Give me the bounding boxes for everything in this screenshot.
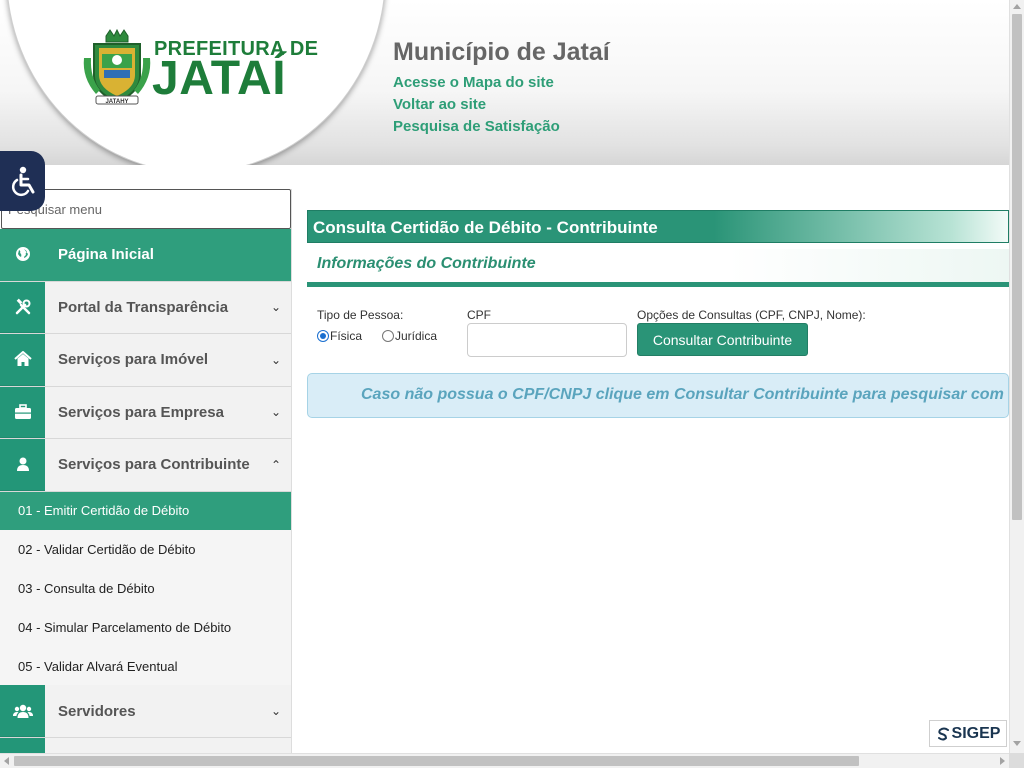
opcoes-label: Opções de Consultas (CPF, CNPJ, Nome): <box>637 308 866 322</box>
submenu-item-validar-certidao[interactable]: 02 - Validar Certidão de Débito <box>0 530 291 570</box>
chevron-down-icon: ⌄ <box>270 405 282 420</box>
radio-juridica[interactable]: Jurídica <box>382 329 437 343</box>
sidebar-item-label: Portal da Transparência <box>58 298 229 316</box>
panel-title: Consulta Certidão de Débito - Contribuin… <box>307 210 1009 243</box>
chevron-down-icon: ⌄ <box>270 352 282 367</box>
radio-fisica-label: Física <box>330 329 363 343</box>
tipo-pessoa-label: Tipo de Pessoa: <box>317 308 404 322</box>
sidebar-item-label: Servidores <box>58 702 136 720</box>
sidebar-item-servicos-empresa[interactable]: Serviços para Empresa ⌄ <box>0 386 291 439</box>
vertical-scrollbar[interactable] <box>1009 0 1024 753</box>
scroll-up-icon[interactable] <box>1013 4 1021 9</box>
submenu-item-consulta-debito[interactable]: 03 - Consulta de Débito <box>0 569 291 608</box>
sigep-swirl-icon <box>937 727 949 740</box>
info-alert: Caso não possua o CPF/CNPJ clique em Con… <box>307 373 1009 418</box>
tools-icon <box>15 298 30 314</box>
header-links: Acesse o Mapa do site Voltar ao site Pes… <box>393 72 560 138</box>
back-to-site-link[interactable]: Voltar ao site <box>393 94 560 116</box>
horizontal-scrollbar[interactable] <box>0 753 1024 768</box>
wheelchair-icon <box>11 166 34 197</box>
accessibility-button[interactable] <box>0 151 45 211</box>
sidebar: Página Inicial Portal da Transparência ⌄ <box>0 189 292 754</box>
main-content: Consulta Certidão de Débito - Contribuin… <box>307 210 1009 754</box>
scroll-down-icon[interactable] <box>1013 741 1021 746</box>
sidebar-item-servicos-imovel[interactable]: Serviços para Imóvel ⌄ <box>0 334 291 387</box>
horizontal-scroll-thumb[interactable] <box>14 756 859 766</box>
site-title: Município de Jataí <box>393 38 610 66</box>
chevron-down-icon: ⌄ <box>270 300 282 315</box>
radio-juridica-label: Jurídica <box>395 329 438 343</box>
scrollbar-corner <box>1009 753 1024 768</box>
sidebar-item-pagina-inicial[interactable]: Página Inicial <box>0 229 291 282</box>
scroll-left-icon[interactable] <box>4 757 9 765</box>
sigep-text: SIGEP <box>951 724 1001 742</box>
consult-form: Tipo de Pessoa: Física Jurídica CPF Opçõ… <box>307 287 1009 367</box>
sidebar-menu: Página Inicial Portal da Transparência ⌄ <box>0 229 291 754</box>
radio-juridica-button[interactable] <box>382 330 394 342</box>
globe-icon <box>15 247 30 262</box>
site-map-link[interactable]: Acesse o Mapa do site <box>393 72 560 94</box>
vertical-scroll-thumb[interactable] <box>1012 14 1022 520</box>
sidebar-item-portal-transparencia[interactable]: Portal da Transparência ⌄ <box>0 281 291 334</box>
radio-fisica[interactable]: Física <box>317 329 362 343</box>
user-icon <box>16 457 29 472</box>
briefcase-icon <box>14 403 31 419</box>
sidebar-item-label: Serviços para Empresa <box>58 403 224 421</box>
submenu-item-validar-alvara[interactable]: 05 - Validar Alvará Eventual <box>0 646 291 686</box>
logo-text-line2: JATAÍ <box>152 52 287 105</box>
section-title: Informações do Contribuinte <box>307 249 1009 287</box>
home-icon <box>13 351 32 367</box>
cpf-label: CPF <box>467 308 491 322</box>
sidebar-item-servicos-contribuinte[interactable]: Serviços para Contribuinte ⌃ <box>0 439 291 492</box>
chevron-up-icon: ⌃ <box>270 457 282 472</box>
sidebar-item-label: Serviços para Imóvel <box>58 351 209 369</box>
prefeitura-logo[interactable]: JATAHY PREFEITURA DE JATAÍ <box>82 28 318 108</box>
submenu-item-emitir-certidao[interactable]: 01 - Emitir Certidão de Débito <box>0 491 291 531</box>
chevron-down-icon: ⌄ <box>270 704 282 719</box>
sidebar-item-label: Serviços para Contribuinte <box>58 456 250 474</box>
scroll-right-icon[interactable] <box>1000 757 1005 765</box>
sidebar-item-next[interactable] <box>0 737 291 754</box>
satisfaction-survey-link[interactable]: Pesquisa de Satisfação <box>393 116 560 138</box>
cpf-input[interactable] <box>467 323 627 357</box>
logo-banner-text: JATAHY <box>105 99 128 105</box>
users-icon <box>12 704 33 718</box>
sidebar-item-servidores[interactable]: Servidores ⌄ <box>0 685 291 738</box>
radio-fisica-button[interactable] <box>317 330 329 342</box>
sigep-logo[interactable]: SIGEP <box>929 720 1007 747</box>
consult-contribuinte-button[interactable]: Consultar Contribuinte <box>637 323 808 356</box>
sidebar-item-label: Página Inicial <box>58 246 154 264</box>
page-header: JATAHY PREFEITURA DE JATAÍ Município de … <box>0 0 1009 165</box>
submenu-item-simular-parcelamento[interactable]: 04 - Simular Parcelamento de Débito <box>0 607 291 647</box>
coat-of-arms-icon: JATAHY <box>83 28 151 105</box>
